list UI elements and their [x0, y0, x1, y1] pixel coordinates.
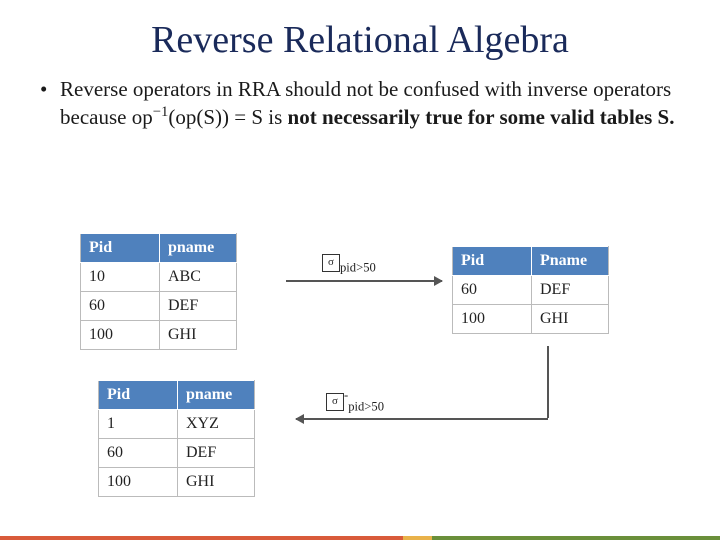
operator-subscript: pid>50 — [340, 261, 376, 275]
bullet-superscript: −1 — [153, 104, 169, 120]
operator-subscript: pid>50 — [348, 400, 384, 414]
col-header: Pid — [453, 247, 532, 276]
col-header: pname — [160, 234, 237, 263]
table-input-b: Pid pname 1XYZ 60DEF 100GHI — [98, 380, 255, 497]
operator-sigma-inverse: σ-pid>50 — [326, 388, 384, 415]
bullet-1: Reverse operators in RRA should not be c… — [40, 76, 684, 131]
accent-bar — [0, 536, 720, 540]
col-header: pname — [178, 381, 255, 410]
table-row: 60DEF — [99, 439, 255, 468]
arrowhead-icon — [295, 414, 304, 424]
bullet-text-2: (op(S)) = S is — [168, 105, 287, 129]
col-header: Pname — [532, 247, 609, 276]
table-row: 100GHI — [453, 305, 609, 334]
table-row: 60DEF — [81, 292, 237, 321]
table-row: Pid Pname — [453, 247, 609, 276]
table-output: Pid Pname 60DEF 100GHI — [452, 246, 609, 334]
col-header: Pid — [81, 234, 160, 263]
sigma-icon: σ — [322, 254, 340, 272]
table-row: 10ABC — [81, 263, 237, 292]
page-title: Reverse Relational Algebra — [0, 18, 720, 62]
table-row: 100GHI — [99, 468, 255, 497]
operator-sigma: σpid>50 — [322, 251, 376, 276]
table-input-a: Pid pname 10ABC 60DEF 100GHI — [80, 233, 237, 350]
table-row: Pid pname — [99, 381, 255, 410]
col-header: Pid — [99, 381, 178, 410]
slide: Reverse Relational Algebra Reverse opera… — [0, 18, 720, 540]
table-row: 60DEF — [453, 276, 609, 305]
table-row: 1XYZ — [99, 410, 255, 439]
sigma-icon: σ — [326, 393, 344, 411]
table-row: Pid pname — [81, 234, 237, 263]
arrowhead-icon — [434, 276, 443, 286]
bullet-bold: not necessarily true for some valid tabl… — [288, 105, 675, 129]
arrow-forward — [286, 280, 442, 282]
table-row: 100GHI — [81, 321, 237, 350]
